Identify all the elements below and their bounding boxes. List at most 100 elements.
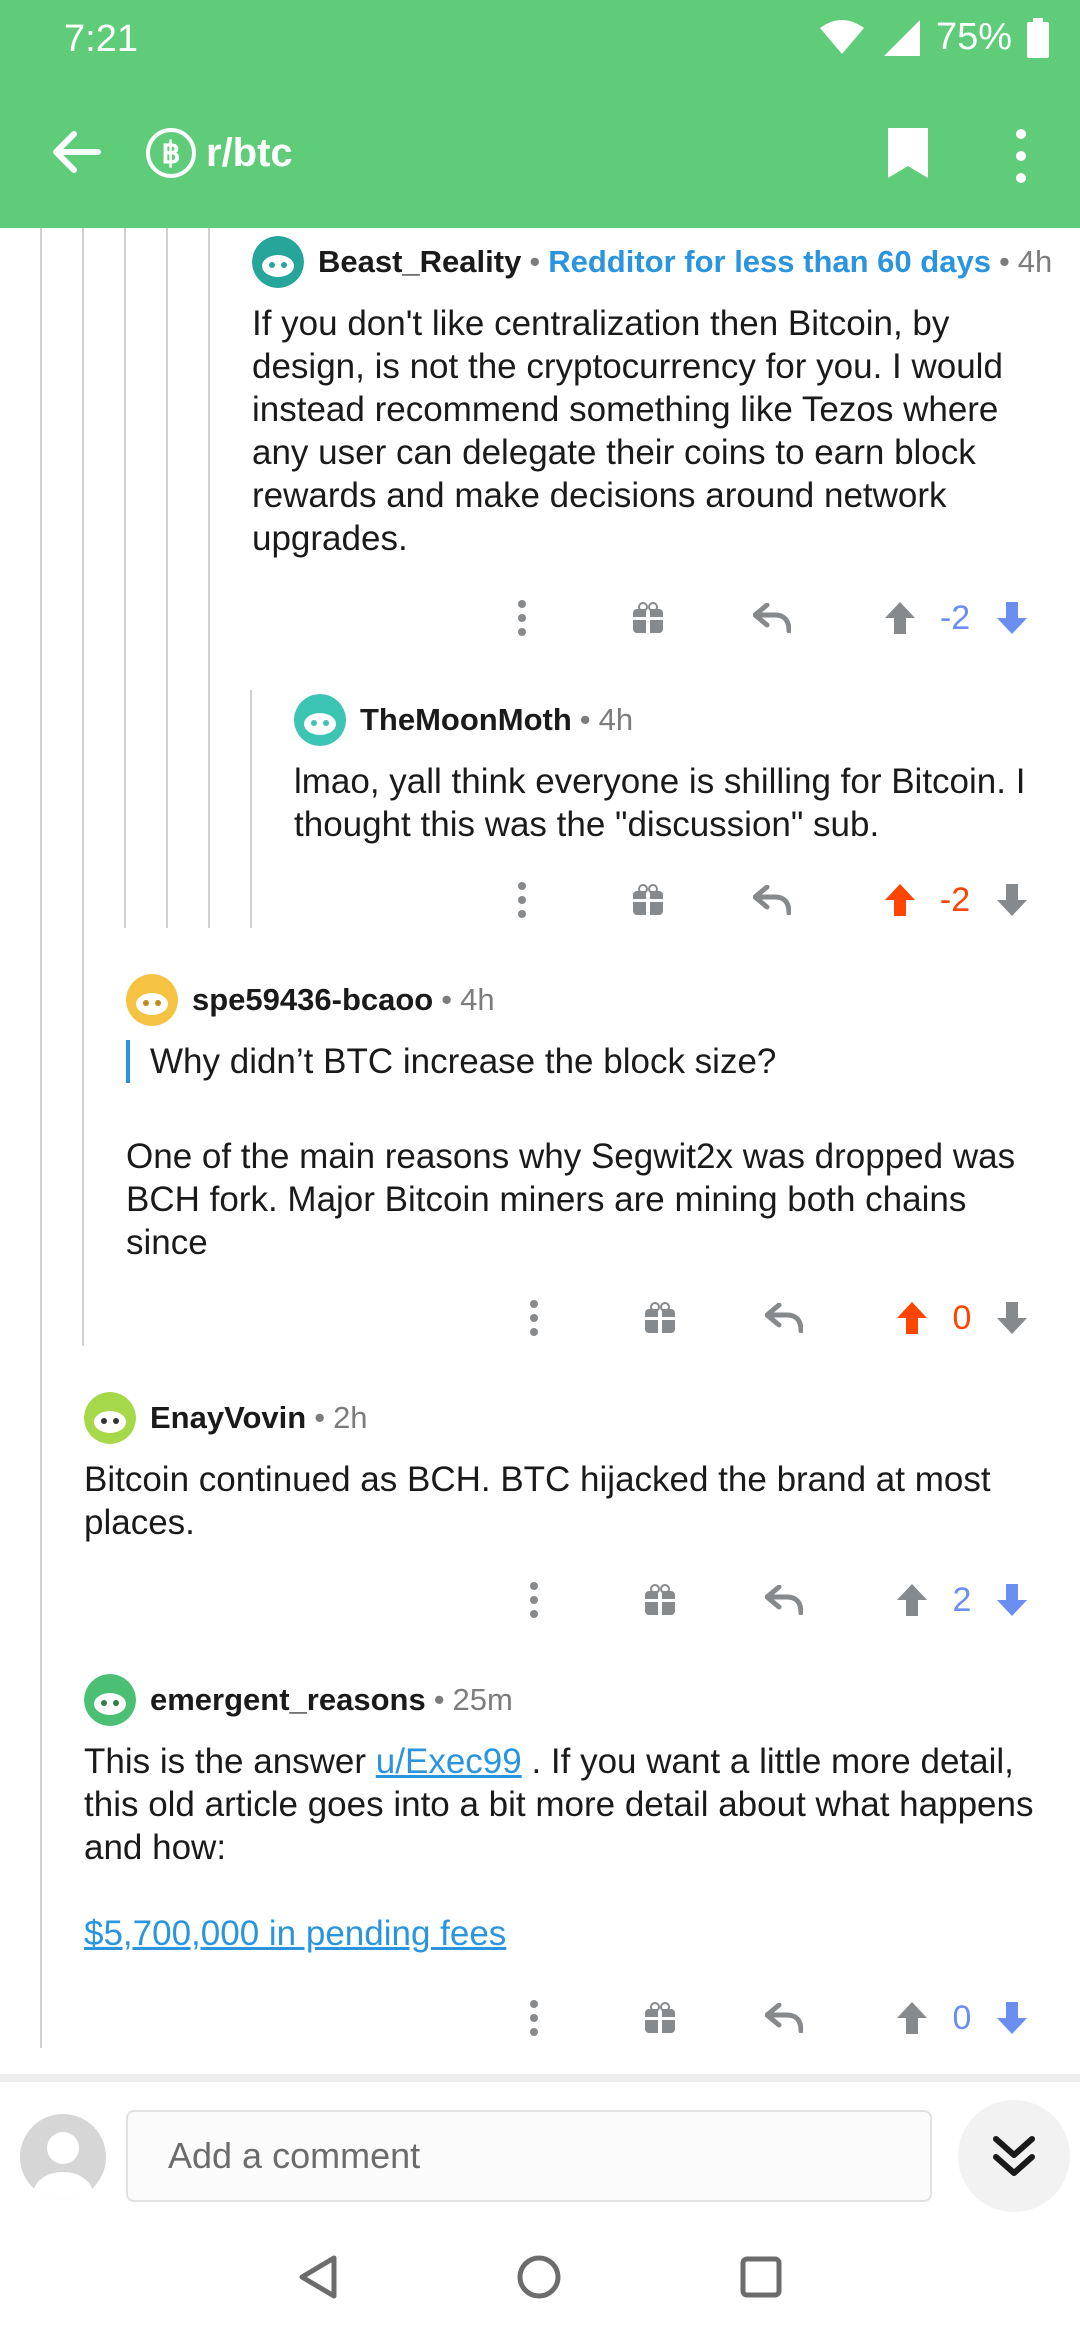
comment-meta: emergent_reasons • 25m	[84, 1674, 1064, 1726]
comment-actions: 0	[512, 1288, 1060, 1348]
reply-icon	[753, 885, 791, 915]
more-options-button[interactable]	[522, 1988, 546, 2048]
subreddit-title[interactable]: ฿ r/btc	[146, 128, 293, 178]
comment-actions: -2	[500, 588, 1060, 648]
downvote-icon	[997, 1584, 1027, 1616]
score: 0	[952, 1298, 972, 1337]
more-options-button[interactable]	[522, 1288, 546, 1348]
user-mention-link[interactable]: u/Exec99	[376, 1742, 522, 1781]
comment-author[interactable]: TheMoonMoth	[360, 702, 572, 738]
downvote-icon	[997, 1302, 1027, 1334]
more-options-button[interactable]	[510, 870, 534, 930]
gift-button[interactable]	[628, 870, 668, 930]
comment-meta: Beast_Reality • Redditor for less than 6…	[252, 236, 1056, 288]
avatar[interactable]	[126, 974, 178, 1026]
comment-meta: TheMoonMoth • 4h	[294, 694, 1064, 746]
avatar[interactable]	[252, 236, 304, 288]
comment-time: 4h	[1017, 244, 1053, 279]
add-comment-input[interactable]: Add a comment	[126, 2110, 932, 2202]
more-vertical-icon	[518, 600, 526, 636]
upvote-icon	[885, 884, 915, 916]
user-icon	[33, 2132, 93, 2200]
gift-icon	[633, 884, 663, 915]
wifi-icon	[819, 19, 864, 54]
comment-link-row: $5,700,000 in pending fees	[84, 1912, 1064, 1955]
gift-icon	[633, 602, 663, 633]
next-comment-button[interactable]	[958, 2100, 1070, 2212]
comment: TheMoonMoth • 4h lmao, yall think everyo…	[294, 694, 1064, 846]
upvote-button[interactable]	[880, 588, 920, 648]
comment: Beast_Reality • Redditor for less than 6…	[252, 236, 1056, 560]
thread-line[interactable]	[124, 228, 126, 928]
gift-button[interactable]	[640, 1570, 680, 1630]
downvote-button[interactable]	[992, 1570, 1032, 1630]
comment-body: This is the answer u/Exec99 . If you wan…	[84, 1742, 1034, 1867]
more-options-button[interactable]	[510, 588, 534, 648]
back-arrow-icon[interactable]	[46, 122, 106, 182]
thread-line[interactable]	[166, 228, 168, 928]
comment-actions: 2	[512, 1570, 1060, 1630]
avatar[interactable]	[84, 1392, 136, 1444]
downvote-button[interactable]	[992, 870, 1032, 930]
reply-button[interactable]	[764, 1570, 804, 1630]
downvote-icon	[997, 2002, 1027, 2034]
comment-body: One of the main reasons why Segwit2x was…	[126, 1137, 1016, 1262]
gift-button[interactable]	[628, 588, 668, 648]
gift-button[interactable]	[640, 1288, 680, 1348]
reply-button[interactable]	[752, 870, 792, 930]
comment-meta: spe59436-bcaoo • 4h	[126, 974, 1026, 1026]
avatar[interactable]	[84, 1674, 136, 1726]
nav-recents-icon[interactable]	[740, 2256, 782, 2298]
comment-time: 2h	[333, 1400, 368, 1435]
gift-button[interactable]	[640, 1988, 680, 2048]
subreddit-name: r/btc	[206, 130, 293, 175]
reply-icon	[765, 1303, 803, 1333]
system-nav-bar	[0, 2214, 1080, 2340]
upvote-button[interactable]	[892, 1570, 932, 1630]
gift-icon	[645, 1302, 675, 1333]
bookmark-icon[interactable]	[886, 126, 930, 180]
upvote-button[interactable]	[892, 1288, 932, 1348]
upvote-button[interactable]	[892, 1988, 932, 2048]
nav-home-icon[interactable]	[516, 2254, 562, 2300]
reply-button[interactable]	[764, 1288, 804, 1348]
upvote-button[interactable]	[880, 870, 920, 930]
comment-time: 25m	[452, 1682, 513, 1717]
score: -2	[939, 880, 971, 919]
thread-line[interactable]	[82, 228, 84, 1346]
comment-body: If you don't like centralization then Bi…	[252, 304, 1003, 558]
downvote-button[interactable]	[992, 1988, 1032, 2048]
more-options-button[interactable]	[522, 1570, 546, 1630]
bitcoin-icon: ฿	[146, 128, 196, 178]
score: 2	[952, 1580, 972, 1619]
gift-icon	[645, 2002, 675, 2033]
battery-icon	[1027, 17, 1049, 58]
more-vertical-icon	[530, 1300, 538, 1336]
nav-back-icon[interactable]	[296, 2254, 340, 2300]
downvote-button[interactable]	[992, 588, 1032, 648]
comment-author[interactable]: spe59436-bcaoo	[192, 982, 433, 1018]
avatar[interactable]	[294, 694, 346, 746]
comment-actions: 0	[512, 1988, 1060, 2048]
comment-time: 4h	[460, 982, 495, 1017]
battery-text: 75%	[935, 16, 1012, 58]
thread-line[interactable]	[40, 228, 42, 2048]
comment-composer: Add a comment	[0, 2074, 1080, 2222]
reply-icon	[765, 2003, 803, 2033]
reply-button[interactable]	[752, 588, 792, 648]
status-icons: 75%	[818, 16, 1050, 59]
double-chevron-down-icon	[993, 2136, 1035, 2176]
user-avatar[interactable]	[20, 2114, 106, 2200]
reply-button[interactable]	[764, 1988, 804, 2048]
more-vertical-icon	[530, 1582, 538, 1618]
comment-author[interactable]: EnayVovin	[150, 1400, 306, 1436]
downvote-button[interactable]	[992, 1288, 1032, 1348]
comment-author[interactable]: emergent_reasons	[150, 1682, 426, 1718]
article-link[interactable]: $5,700,000 in pending fees	[84, 1914, 506, 1953]
comment-author[interactable]: Beast_Reality	[318, 244, 521, 280]
thread-line[interactable]	[208, 228, 210, 928]
more-vertical-icon[interactable]	[1006, 126, 1036, 186]
status-time: 7:21	[64, 18, 138, 60]
signal-icon	[883, 19, 920, 56]
thread-line[interactable]	[250, 690, 252, 928]
